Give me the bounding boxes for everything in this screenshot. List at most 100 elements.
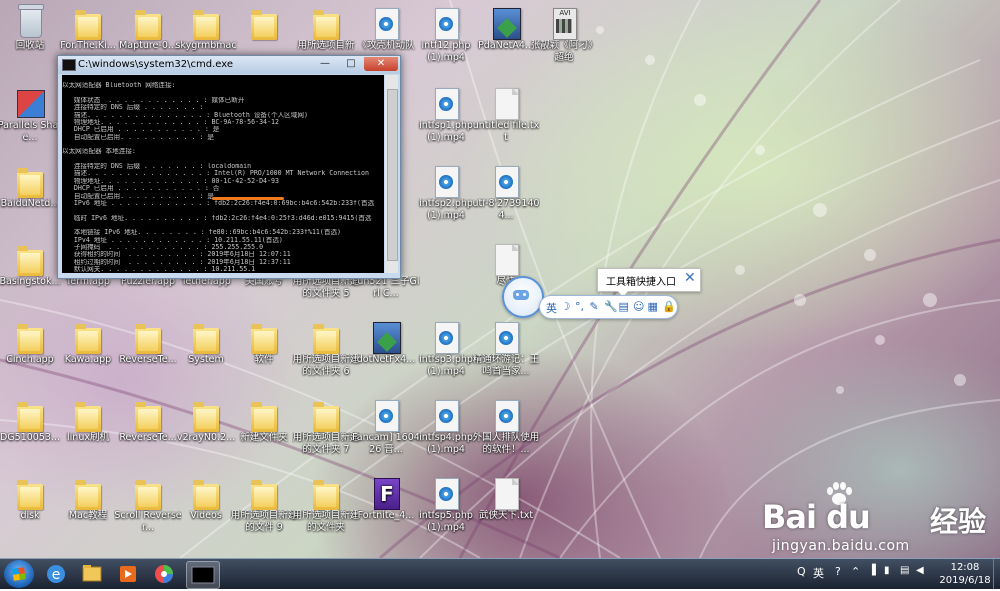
ime-toolbar-item[interactable]: ☺ <box>633 300 644 313</box>
desktop-icon[interactable]: Scroll Reverser... <box>114 470 182 548</box>
toolbox-robot-icon[interactable] <box>502 276 544 318</box>
desktop-icon[interactable]: AVI 张靓颖《阿刁》超绝 <box>531 0 597 78</box>
desktop-icon[interactable]: DG510053... <box>0 392 60 470</box>
desktop-icon-label: intfsp4.php (1).mp4 <box>419 432 473 455</box>
ime-toolbar-item[interactable]: 英 <box>546 300 557 316</box>
ime-toolbar-item[interactable]: 🔒 <box>662 300 676 313</box>
tray-battery-icon[interactable]: ▮ <box>884 565 890 576</box>
desktop-icon[interactable]: intfsp5.php (1).mp4 <box>416 470 476 548</box>
desktop-icon[interactable]: BaiduNetd... <box>0 158 60 236</box>
desktop-icon[interactable]: disk <box>0 470 60 548</box>
desktop-icon[interactable]: 精通环游记：王鸣首当家... <box>473 314 539 392</box>
taskbar-cmd-icon[interactable] <box>186 561 220 589</box>
scrollbar-thumb[interactable] <box>387 89 398 261</box>
baidu-brand: Bai du <box>762 498 871 536</box>
console-line: 以太网适配器 本地连接: <box>62 148 136 156</box>
tray-ime-indicator[interactable]: 英 <box>813 565 824 581</box>
taskbar-ie-icon[interactable]: e <box>40 561 72 587</box>
ime-toolbar-item[interactable]: 🔧 <box>604 300 618 313</box>
desktop-icon[interactable]: intfsp2.php (1).mp4 <box>416 158 476 236</box>
desktop-icon-label: Kawa.app <box>64 354 112 365</box>
desktop-icon[interactable]: intfsp3.php (1).mp4 <box>416 314 476 392</box>
minimize-button[interactable]: — <box>313 57 337 71</box>
desktop-icon-label: 软件 <box>254 354 274 365</box>
desktop-icon[interactable]: F Fortnite_4... <box>356 470 416 548</box>
tray-help-icon[interactable]: ? <box>835 565 841 578</box>
desktop-icon[interactable]: dotNetFx4... <box>356 314 416 392</box>
installer-icon <box>490 6 522 42</box>
desktop-icon[interactable]: 用所选项目新建的文件夹 7 <box>293 392 359 470</box>
ime-toolbar-item[interactable]: ☽ <box>561 300 571 313</box>
desktop-icon[interactable]: 用所选项目新建的文件夹 6 <box>293 314 359 392</box>
desktop-icon-label: linux刷机 <box>67 432 109 443</box>
taskbar-clock[interactable]: 12:08 2019/6/18 <box>935 561 995 587</box>
tray-network-icon[interactable]: ▤ <box>900 565 909 576</box>
taskbar-media-player-icon[interactable] <box>112 561 144 587</box>
desktop-icon[interactable]: utf-8'273914​04... <box>473 158 539 236</box>
desktop-icon-label: 精通环游记：王鸣首当家... <box>472 354 540 377</box>
folder-icon <box>248 398 280 434</box>
desktop-icon[interactable]: Mac教程 <box>58 470 118 548</box>
desktop-icon[interactable]: intfsp4.php (1).mp4 <box>416 392 476 470</box>
desktop-icon[interactable]: Parallels Share... <box>0 80 62 158</box>
desktop-icon[interactable]: ReverseTe... <box>118 392 178 470</box>
taskbar-explorer-icon[interactable] <box>76 561 108 587</box>
desktop-icon-label: BaiduNetd... <box>0 198 60 209</box>
tray-volume-icon[interactable]: ◀ <box>916 565 924 576</box>
desktop-icon[interactable]: 武侠天下.txt <box>476 470 536 548</box>
desktop-icon[interactable]: System <box>176 314 236 392</box>
taskbar-browser-icon[interactable] <box>148 561 180 587</box>
desktop-icon[interactable]: intf12.php (1).mp4 <box>416 0 476 78</box>
folder-icon <box>14 476 46 512</box>
cmd-titlebar[interactable]: C:\windows\system32\cmd.exe — □ ✕ <box>58 56 400 74</box>
desktop-icon[interactable]: 软件 <box>234 314 294 392</box>
ime-toolbar-item[interactable]: °, <box>575 300 584 313</box>
desktop-icon[interactable]: Cinch.app <box>0 314 60 392</box>
desktop-icon[interactable]: Basingstok... <box>0 236 61 314</box>
ime-toolbar-item[interactable]: ▦ <box>648 300 658 313</box>
desktop-icon[interactable]: Fancam] 160426 晋... <box>352 392 420 470</box>
baidu-watermark: Bai du 经验 jingyan.baidu.com <box>762 482 997 554</box>
maximize-button[interactable]: □ <box>339 57 363 71</box>
cmd-scrollbar[interactable] <box>385 75 398 273</box>
start-button[interactable] <box>4 560 34 588</box>
toolbox-tooltip-text: 工具箱快捷入口 <box>606 277 676 288</box>
tray-flag-icon[interactable]: ▐ <box>868 565 876 576</box>
desktop-icon[interactable]: ReverseTe... <box>118 314 178 392</box>
desktop-icon-label: 外国人排队使用的软件！... <box>472 432 540 455</box>
cmd-window[interactable]: C:\windows\system32\cmd.exe — □ ✕ 以太网适配器… <box>57 55 401 279</box>
folder-icon <box>310 476 342 512</box>
desktop-icon[interactable]: Kawa.app <box>58 314 118 392</box>
desktop-icon[interactable]: untitled file.txt <box>473 80 539 158</box>
parallels-icon <box>14 86 46 122</box>
show-desktop-button[interactable] <box>993 559 1000 589</box>
desktop-icon[interactable]: intfsp1.php (1).mp4 <box>416 80 476 158</box>
console-line: IPv4 地址 . . . . . . . . . . . . : 10.211… <box>62 236 283 244</box>
tray-expand-icon[interactable]: ⌃ <box>851 565 860 578</box>
desktop-icon[interactable]: 新建文件夹 <box>234 392 294 470</box>
desktop-icon[interactable]: 外国人排队使用的软件！... <box>473 392 539 470</box>
desktop-icon[interactable]: Videos <box>176 470 236 548</box>
desktop-icon-label: Fortnite_4... <box>357 510 415 521</box>
desktop-icon[interactable]: v2rayN0.2... <box>176 392 236 470</box>
close-button[interactable]: ✕ <box>364 57 398 71</box>
console-line: 默认网关. . . . . . . . . . . . . : 10.211.5… <box>62 265 256 273</box>
desktop-icon-label: utf-8'273914​04... <box>472 198 540 221</box>
desktop-icon[interactable]: 回收站 <box>0 0 60 78</box>
desktop-icon[interactable]: 用所选项目新建的文件夹 <box>293 470 359 548</box>
desktop-icon-label: untitled file.txt <box>472 120 540 143</box>
desktop-icon[interactable]: 用所选项目新建的文件 9 <box>231 470 297 548</box>
media-icon <box>370 6 402 42</box>
ime-toolbar-item[interactable]: ✎ <box>590 300 599 313</box>
ime-toolbar[interactable]: 英 ☽ °, ✎ 🔧 ▤ ☺ ▦ 🔒 <box>539 295 678 319</box>
desktop-icon[interactable]: linux刷机 <box>58 392 118 470</box>
toolbox-close-icon[interactable]: ✕ <box>684 270 696 286</box>
console-line: 自动配置已启用. . . . . . . . . . : 是 <box>62 133 214 141</box>
console-line: 描述. . . . . . . . . . . . . . . : Intel(… <box>62 170 369 178</box>
ime-toolbar-item[interactable]: ▤ <box>619 300 629 313</box>
folder-icon <box>190 320 222 356</box>
tray-search-icon[interactable]: Q <box>797 565 806 578</box>
cmd-console-output[interactable]: 以太网适配器 Bluetooth 网络连接: 媒体状态 . . . . . . … <box>62 75 384 273</box>
desktop-icon[interactable]: PdaNetA4... <box>476 0 536 78</box>
